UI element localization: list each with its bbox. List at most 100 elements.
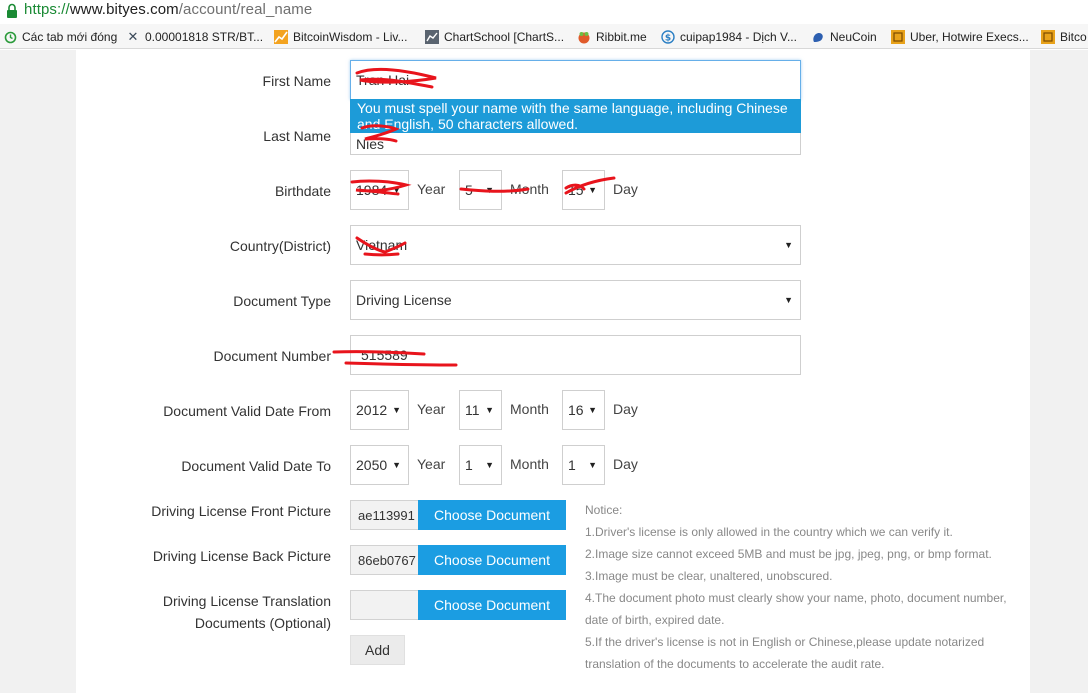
bookmark-item[interactable]: BitcoinWisdom - Liv... [274, 28, 407, 46]
squirrel-icon [811, 30, 825, 44]
translation-label-line1: Driving License Translation [162, 593, 331, 609]
valid-from-day-value: 16 [568, 402, 584, 418]
front-picture-filename: ae113991 [350, 500, 420, 530]
document-number-input[interactable]: 515589 [350, 335, 801, 375]
front-picture-label: Driving License Front Picture [151, 503, 331, 519]
add-button[interactable]: Add [350, 635, 405, 665]
chart-icon [274, 30, 288, 44]
chevron-down-icon: ▼ [588, 405, 597, 415]
bookmark-item[interactable]: ChartSchool [ChartS... [425, 28, 564, 46]
bookmark-label: cuipap1984 - Dịch V... [680, 30, 797, 44]
chevron-down-icon: ▼ [784, 240, 793, 250]
last-name-value: Nies [356, 135, 385, 152]
chevron-down-icon: ▼ [485, 185, 494, 195]
notice-title: Notice: [585, 503, 623, 517]
valid-to-year-select[interactable]: 2050 ▼ [350, 445, 409, 485]
url-scheme: https:// [24, 1, 70, 18]
url-domain: www.bityes.com [69, 1, 179, 18]
bookmark-label: 0.00001818 STR/BT... [145, 30, 264, 44]
birth-year-unit: Year [417, 181, 446, 197]
name-tooltip: You must spell your name with the same l… [350, 99, 801, 133]
bookmark-item[interactable]: Các tab mới đóng [3, 28, 117, 46]
valid-to-day-select[interactable]: 1 ▼ [562, 445, 605, 485]
url-text[interactable]: https://www.bityes.com/account/real_name [24, 1, 312, 18]
birth-month-select[interactable]: 5 ▼ [459, 170, 502, 210]
birth-year-value: 1984 [356, 182, 388, 198]
chartschool-icon [425, 30, 439, 44]
bookmark-item[interactable]: Ribbit.me [577, 28, 647, 46]
lock-icon [7, 3, 17, 18]
bookmark-label: ChartSchool [ChartS... [444, 30, 565, 44]
first-name-input[interactable]: Tran Hai [350, 60, 801, 100]
chevron-down-icon: ▼ [392, 405, 401, 415]
chevron-down-icon: ▼ [485, 460, 494, 470]
notice-line: 3.Image must be clear, unaltered, unobsc… [585, 569, 833, 583]
bookmark-label: Ribbit.me [596, 30, 647, 44]
document-number-label: Document Number [213, 348, 332, 364]
birth-day-unit: Day [613, 181, 638, 197]
valid-to-label: Document Valid Date To [181, 458, 331, 474]
chevron-down-icon: ▼ [392, 460, 401, 470]
front-choose-document-button[interactable]: Choose Document [418, 500, 566, 530]
chevron-down-icon: ▼ [784, 295, 793, 305]
coin-icon [891, 30, 905, 44]
notice-line: 1.Driver's license is only allowed in th… [585, 525, 953, 539]
chevron-down-icon: ▼ [392, 185, 401, 195]
valid-from-year-select[interactable]: 2012 ▼ [350, 390, 409, 430]
valid-from-year-value: 2012 [356, 402, 388, 418]
first-name-value: Tran Hai [356, 72, 410, 88]
country-select[interactable]: Vietnam ▼ [350, 225, 801, 265]
translation-filename [350, 590, 420, 620]
valid-to-year-unit: Year [417, 456, 446, 472]
bookmark-item[interactable]: $ cuipap1984 - Dịch V... [661, 28, 797, 46]
country-label: Country(District) [229, 238, 331, 254]
notice-line: 4.The document photo must clearly show y… [585, 591, 1007, 605]
bookmark-label: Uber, Hotwire Execs... [910, 30, 1029, 44]
translation-label-line2: Documents (Optional) [194, 615, 331, 631]
valid-to-month-unit: Month [510, 456, 549, 472]
bookmark-item[interactable]: ✕ 0.00001818 STR/BT... [126, 28, 264, 46]
last-name-input[interactable]: Nies [350, 133, 801, 155]
valid-to-day-unit: Day [613, 456, 638, 472]
chevron-down-icon: ▼ [588, 460, 597, 470]
dollar-circle-icon: $ [661, 30, 675, 44]
last-name-label: Last Name [263, 128, 331, 144]
back-picture-label: Driving License Back Picture [152, 548, 331, 564]
document-type-select[interactable]: Driving License ▼ [350, 280, 801, 320]
valid-from-day-select[interactable]: 16 ▼ [562, 390, 605, 430]
valid-from-month-select[interactable]: 11 ▼ [459, 390, 502, 430]
back-choose-document-button[interactable]: Choose Document [418, 545, 566, 575]
bookmark-item[interactable]: NeuCoin [811, 28, 877, 46]
bookmark-item[interactable]: Bitco [1041, 28, 1087, 46]
notice-line: 2.Image size cannot exceed 5MB and must … [585, 547, 992, 561]
birth-month-unit: Month [510, 181, 549, 197]
valid-to-year-value: 2050 [356, 457, 388, 473]
valid-to-month-select[interactable]: 1 ▼ [459, 445, 502, 485]
page-margin-left [0, 50, 76, 693]
notice-line: 5.If the driver's license is not in Engl… [585, 635, 985, 649]
bookmark-label: NeuCoin [830, 30, 877, 44]
notice-line: date of birth, expired date. [585, 613, 725, 627]
birth-year-select[interactable]: 1984 ▼ [350, 170, 409, 210]
translation-choose-document-button[interactable]: Choose Document [418, 590, 566, 620]
svg-text:$: $ [665, 34, 671, 44]
bookmark-item[interactable]: Uber, Hotwire Execs... [891, 28, 1029, 46]
bookmark-label: BitcoinWisdom - Liv... [293, 30, 408, 44]
chevron-down-icon: ▼ [485, 405, 494, 415]
page-margin-right [1030, 50, 1088, 693]
coin-icon [1041, 30, 1055, 44]
first-name-label: First Name [262, 73, 331, 89]
address-bar[interactable]: https://www.bityes.com/account/real_name [0, 0, 1088, 24]
valid-from-month-value: 11 [465, 402, 480, 418]
birth-month-value: 5 [465, 182, 473, 198]
chevron-down-icon: ▼ [588, 185, 597, 195]
valid-to-month-value: 1 [465, 457, 473, 473]
restore-icon [3, 30, 17, 44]
valid-from-day-unit: Day [613, 401, 638, 417]
bookmark-label: Các tab mới đóng [22, 30, 118, 44]
document-type-value: Driving License [356, 292, 452, 308]
valid-from-month-unit: Month [510, 401, 549, 417]
birth-day-select[interactable]: 15 ▼ [562, 170, 605, 210]
valid-to-day-value: 1 [568, 457, 576, 473]
x-logo-icon: ✕ [127, 29, 139, 44]
